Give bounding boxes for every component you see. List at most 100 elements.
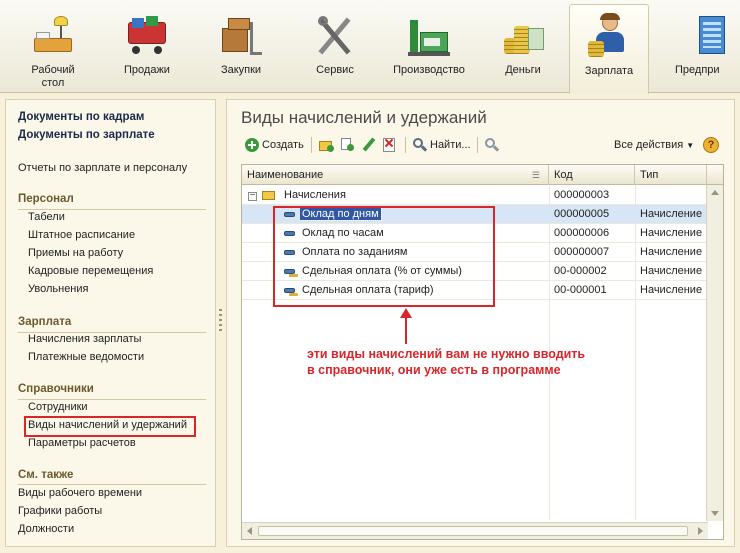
- form-toolbar: Создать Найти... Все действия ▼ ?: [241, 134, 725, 156]
- tools-icon: [312, 14, 358, 60]
- section-production[interactable]: Производство: [389, 8, 469, 92]
- pencil-icon: [361, 137, 376, 152]
- nav-payment-statements[interactable]: Платежные ведомости: [28, 351, 144, 363]
- column-header-code[interactable]: Код: [549, 165, 635, 185]
- annotation-frame: [273, 206, 495, 307]
- delete-button[interactable]: [382, 134, 396, 156]
- new-folder-icon: [319, 138, 334, 152]
- nav-work-schedules[interactable]: Графики работы: [18, 505, 102, 517]
- scroll-left-icon[interactable]: [247, 527, 252, 535]
- copy-icon: [340, 138, 354, 152]
- delete-mark-icon: [382, 138, 396, 152]
- section-label: Зарплата: [584, 65, 634, 77]
- row-code: 000000007: [554, 246, 610, 258]
- create-label: Создать: [262, 139, 304, 151]
- nav-salary-accruals[interactable]: Начисления зарплаты: [28, 333, 141, 345]
- all-actions-label: Все действия: [614, 139, 684, 151]
- separator: [477, 137, 478, 153]
- section-label: Рабочий стол: [31, 64, 75, 89]
- list-form: Виды начислений и удержаний Создать Найт…: [226, 99, 735, 547]
- separator: [405, 137, 406, 153]
- folder-icon: [262, 186, 278, 205]
- sort-icon: ☰: [531, 170, 540, 180]
- section-sales[interactable]: Продажи: [107, 8, 187, 92]
- row-type: Начисление: [640, 208, 703, 220]
- divider: [18, 484, 206, 485]
- copy-button[interactable]: [340, 134, 354, 156]
- section-salary[interactable]: Зарплата: [569, 4, 649, 94]
- section-money[interactable]: Деньги: [483, 8, 563, 92]
- nav-work-time-types[interactable]: Виды рабочего времени: [18, 487, 142, 499]
- plus-circle-icon: [245, 138, 259, 152]
- desk-icon: [30, 14, 76, 60]
- group-title-catalogs: Справочники: [18, 383, 94, 395]
- section-desktop[interactable]: Рабочий стол: [13, 8, 93, 92]
- table-header: Наименование ☰ Код Тип: [242, 165, 723, 185]
- magnifier-icon: [413, 138, 428, 152]
- cancel-search-button[interactable]: [485, 134, 500, 156]
- boxes-icon: [218, 14, 264, 60]
- panel-splitter[interactable]: [216, 99, 226, 547]
- all-actions-menu[interactable]: Все действия ▼: [614, 134, 694, 156]
- column-header-name[interactable]: Наименование ☰: [242, 165, 549, 185]
- section-label: Производство: [393, 64, 465, 76]
- help-button[interactable]: ?: [703, 134, 719, 156]
- nav-calculation-parameters[interactable]: Параметры расчетов: [28, 437, 136, 449]
- row-code: 00-000002: [554, 265, 607, 277]
- row-name: Начисления: [284, 189, 346, 201]
- nav-accrual-types[interactable]: Виды начислений и удержаний: [28, 419, 187, 431]
- section-purchases[interactable]: Закупки: [201, 8, 281, 92]
- create-button[interactable]: Создать: [245, 134, 304, 156]
- annotation-line: в справочник, они уже есть в программе: [307, 363, 561, 377]
- annotation-line: эти виды начислений вам не нужно вводить: [307, 347, 586, 361]
- section-label: Продажи: [124, 64, 170, 76]
- column-header-type[interactable]: Тип: [635, 165, 707, 185]
- nav-reports[interactable]: Отчеты по зарплате и персоналу: [18, 162, 187, 174]
- row-code: 000000005: [554, 208, 610, 220]
- search-cancel-icon: [485, 138, 500, 152]
- column-title: Код: [554, 169, 573, 181]
- scroll-up-icon[interactable]: [711, 190, 719, 195]
- nav-salary-documents[interactable]: Документы по зарплате: [18, 129, 155, 141]
- group-title-salary: Зарплата: [18, 316, 72, 328]
- cart-icon: [124, 14, 170, 60]
- factory-icon: [406, 14, 452, 60]
- scroll-right-icon[interactable]: [698, 527, 703, 535]
- collapse-icon[interactable]: −: [248, 186, 260, 205]
- table-row-group[interactable]: − Начисления 000000003: [242, 186, 706, 205]
- horizontal-scrollbar[interactable]: [242, 522, 708, 539]
- nav-dismissals[interactable]: Увольнения: [28, 283, 88, 295]
- divider: [18, 399, 206, 400]
- row-type: Начисление: [640, 227, 703, 239]
- vertical-scrollbar[interactable]: [706, 185, 723, 521]
- scroll-down-icon[interactable]: [711, 511, 719, 516]
- row-type: Начисление: [640, 246, 703, 258]
- row-code: 00-000001: [554, 284, 607, 296]
- page-title: Виды начислений и удержаний: [241, 108, 487, 127]
- nav-hr-documents[interactable]: Документы по кадрам: [18, 111, 144, 123]
- edit-button[interactable]: [361, 134, 376, 156]
- nav-staff-schedule[interactable]: Штатное расписание: [28, 229, 135, 241]
- nav-employees[interactable]: Сотрудники: [28, 401, 88, 413]
- row-type: Начисление: [640, 284, 703, 296]
- group-title-personnel: Персонал: [18, 193, 74, 205]
- nav-timesheets[interactable]: Табели: [28, 211, 65, 223]
- nav-transfers[interactable]: Кадровые перемещения: [28, 265, 153, 277]
- column-title: Тип: [640, 169, 659, 181]
- section-label: Закупки: [220, 64, 262, 76]
- nav-hirings[interactable]: Приемы на работу: [28, 247, 123, 259]
- section-service[interactable]: Сервис: [295, 8, 375, 92]
- worker-icon: [586, 13, 632, 61]
- row-type: Начисление: [640, 265, 703, 277]
- section-label: Деньги: [505, 64, 541, 76]
- section-label: Предпри: [675, 64, 720, 76]
- create-folder-button[interactable]: [319, 134, 334, 156]
- scroll-thumb[interactable]: [258, 526, 688, 536]
- section-label: Сервис: [316, 64, 354, 76]
- money-icon: [500, 14, 546, 60]
- nav-positions[interactable]: Должности: [18, 523, 74, 535]
- separator: [311, 137, 312, 153]
- section-enterprise[interactable]: Предпри: [663, 8, 740, 92]
- find-button[interactable]: Найти...: [413, 134, 471, 156]
- building-icon: [679, 14, 725, 60]
